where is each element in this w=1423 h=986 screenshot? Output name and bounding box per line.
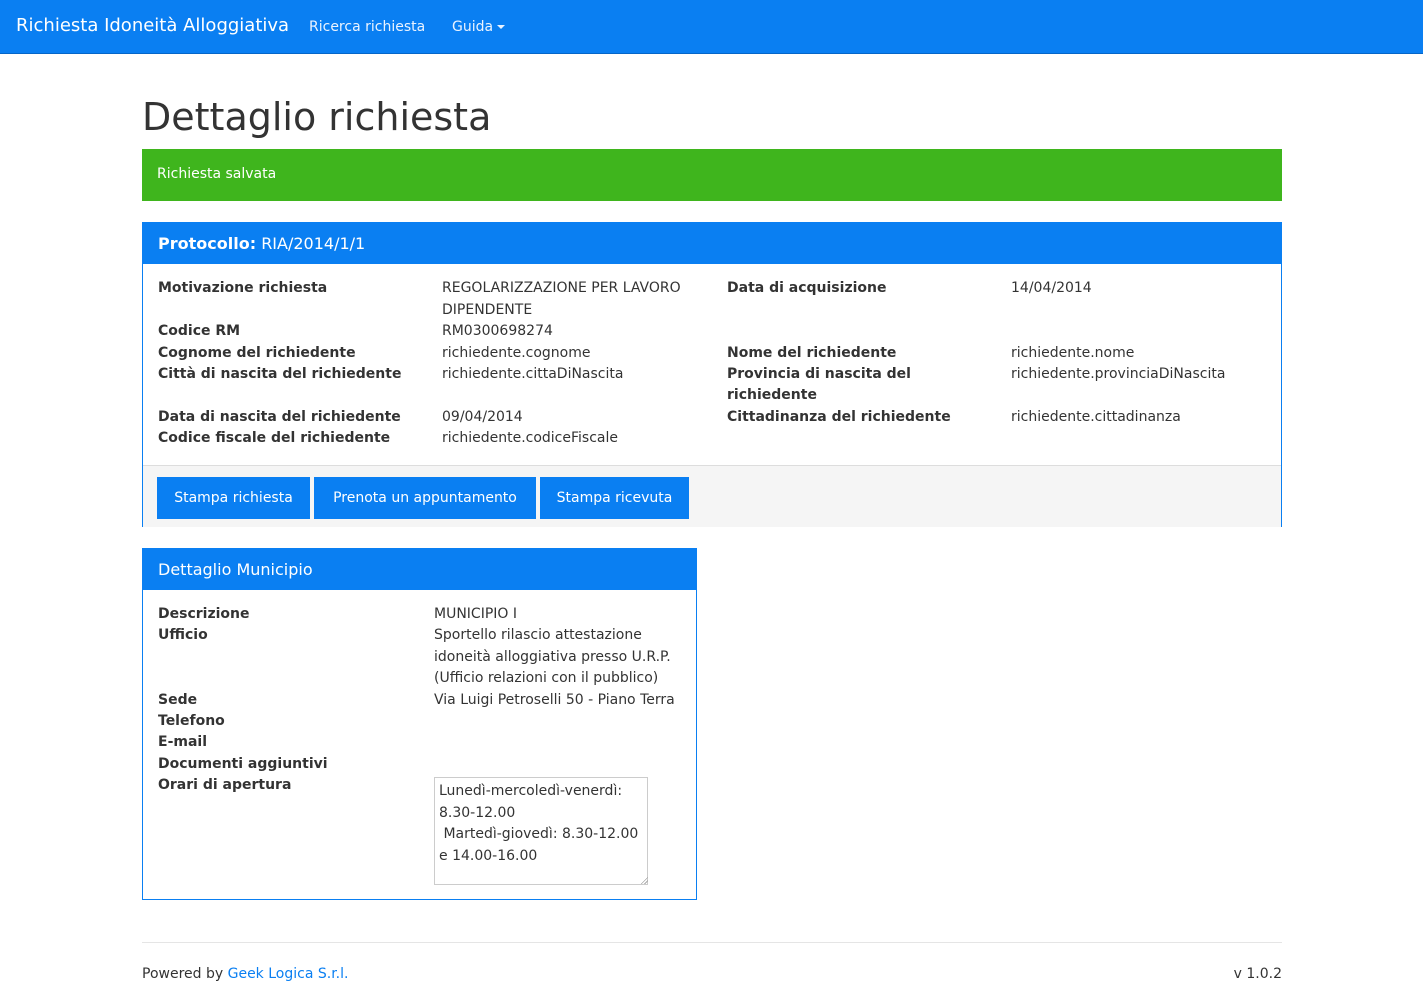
nome-value: richiedente.nome	[1011, 345, 1135, 361]
company-link[interactable]: Geek Logica S.r.l.	[228, 966, 349, 982]
codice-fiscale-label: Codice fiscale del richiedente	[158, 430, 391, 446]
municipio-detail-panel: Dettaglio Municipio Descrizione MUNICIPI…	[142, 548, 697, 900]
motivazione-value-line2: DIPENDENTE	[442, 302, 533, 318]
municipio-panel-heading: Dettaglio Municipio	[143, 549, 696, 590]
protocollo-value: RIA/2014/1/1	[261, 234, 366, 253]
citta-nascita-label: Città di nascita del richiedente	[158, 366, 402, 382]
nav-dropdown-guida-label: Guida	[452, 19, 494, 35]
email-label: E-mail	[158, 734, 208, 750]
provincia-nascita-label-line2: richiedente	[727, 387, 817, 403]
sede-label: Sede	[158, 692, 198, 708]
cognome-value: richiedente.cognome	[442, 345, 591, 361]
sede-value: Via Luigi Petroselli 50 - Piano Terra	[434, 692, 675, 708]
ufficio-value-line1: Sportello rilascio attestazione	[434, 627, 642, 643]
stampa-ricevuta-button[interactable]: Stampa ricevuta	[540, 477, 689, 519]
ufficio-label: Ufficio	[158, 627, 208, 643]
version-label: v 1.0.2	[1233, 966, 1282, 982]
success-alert: Richiesta salvata	[142, 149, 1282, 201]
codice-fiscale-value: richiedente.codiceFiscale	[442, 430, 618, 446]
data-acquisizione-label: Data di acquisizione	[727, 280, 887, 296]
resize-grip-icon[interactable]	[640, 876, 648, 884]
ufficio-value-line2: idoneità alloggiativa presso U.R.P.	[434, 649, 671, 665]
request-panel-footer: Stampa richiesta Prenota un appuntamento…	[143, 465, 1281, 527]
descrizione-value: MUNICIPIO I	[434, 606, 518, 622]
telefono-label: Telefono	[158, 713, 225, 729]
ufficio-value-line3: (Ufficio relazioni con il pubblico)	[434, 670, 659, 686]
request-detail-panel: Protocollo: RIA/2014/1/1 Motivazione ric…	[142, 222, 1282, 527]
data-acquisizione-value: 14/04/2014	[1011, 280, 1092, 296]
orari-apertura-textarea[interactable]: Lunedì-mercoledì-venerdì: 8.30-12.00 Mar…	[434, 777, 648, 885]
codice-rm-value: RM0300698274	[442, 323, 553, 339]
top-navbar: Richiesta Idoneità Alloggiativa Ricerca …	[0, 0, 1423, 54]
provincia-nascita-value: richiedente.provinciaDiNascita	[1011, 366, 1226, 382]
cittadinanza-value: richiedente.cittadinanza	[1011, 409, 1181, 425]
nav-dropdown-guida[interactable]: Guida	[452, 19, 506, 35]
powered-by-text: Powered by	[142, 966, 224, 982]
prenota-appuntamento-button[interactable]: Prenota un appuntamento	[314, 477, 536, 519]
stampa-richiesta-button[interactable]: Stampa richiesta	[157, 477, 310, 519]
motivazione-value-line1: REGOLARIZZAZIONE PER LAVORO	[442, 280, 681, 296]
documenti-aggiuntivi-label: Documenti aggiuntivi	[158, 756, 328, 772]
orari-apertura-label: Orari di apertura	[158, 777, 292, 793]
nome-label: Nome del richiedente	[727, 345, 897, 361]
request-panel-heading: Protocollo: RIA/2014/1/1	[143, 223, 1281, 264]
descrizione-label: Descrizione	[158, 606, 250, 622]
caret-down-icon	[497, 25, 506, 29]
cognome-label: Cognome del richiedente	[158, 345, 356, 361]
protocollo-label: Protocollo:	[158, 234, 257, 253]
codice-rm-label: Codice RM	[158, 323, 241, 339]
citta-nascita-value: richiedente.cittaDiNascita	[442, 366, 624, 382]
page-title: Dettaglio richiesta	[142, 95, 492, 139]
navbar-brand[interactable]: Richiesta Idoneità Alloggiativa	[16, 15, 289, 36]
motivazione-label: Motivazione richiesta	[158, 280, 328, 296]
data-nascita-label: Data di nascita del richiedente	[158, 409, 401, 425]
nav-link-ricerca-richiesta[interactable]: Ricerca richiesta	[309, 19, 425, 35]
footer-powered-by: Powered by Geek Logica S.r.l.	[142, 966, 348, 982]
cittadinanza-label: Cittadinanza del richiedente	[727, 409, 951, 425]
data-nascita-value: 09/04/2014	[442, 409, 523, 425]
footer-divider	[142, 942, 1282, 943]
request-fields: Motivazione richiesta REGOLARIZZAZIONE P…	[158, 278, 1268, 458]
provincia-nascita-label-line1: Provincia di nascita del	[727, 366, 911, 382]
